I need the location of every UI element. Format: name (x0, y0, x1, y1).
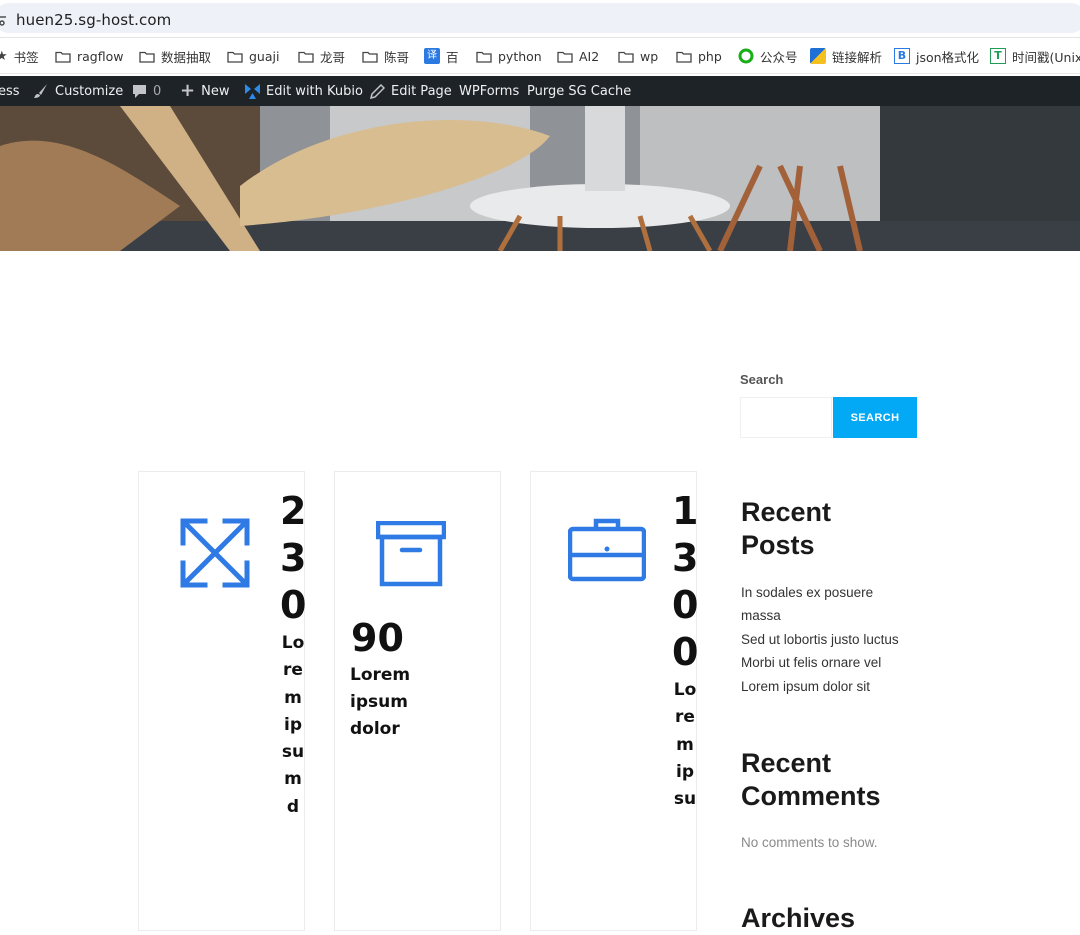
translate-icon: 译 (424, 48, 440, 64)
plus-icon: + (180, 80, 196, 101)
purge-cache-link[interactable]: Purge SG Cache (527, 83, 631, 99)
customize-link[interactable]: Customize (33, 83, 123, 99)
hero-photo-illustration (0, 106, 1080, 251)
comments-link[interactable]: 0 (132, 83, 161, 99)
bookmark-item[interactable]: 链接解析 (810, 47, 882, 65)
folder-icon (298, 51, 314, 63)
recent-comments-heading: Recent Comments (741, 748, 881, 811)
bookmark-folder[interactable]: php (676, 47, 722, 65)
timestamp-icon: T (990, 48, 1006, 64)
recent-post-link[interactable]: Lorem ipsum dolor sit (741, 675, 870, 698)
search-input[interactable] (740, 397, 832, 438)
archive-box-icon (376, 521, 446, 587)
folder-icon (557, 51, 573, 63)
folder-icon (139, 51, 155, 63)
link-parse-icon (810, 48, 826, 64)
recent-post-link[interactable]: Morbi ut felis ornare vel (741, 651, 881, 674)
counter-card: 90 Lorem ipsum dolor (334, 471, 501, 931)
wpforms-link[interactable]: WPForms (459, 83, 519, 99)
bookmark-item[interactable]: T 时间戳(Unix (990, 47, 1080, 65)
paintbrush-icon (34, 84, 47, 98)
wp-admin-bar: ess Customize 0 + New Edit with Kubio Ed… (0, 76, 1080, 106)
folder-icon (618, 51, 634, 63)
new-content-link[interactable]: + New (180, 80, 229, 101)
folder-icon (676, 51, 692, 63)
recent-posts-heading: Recent Posts (741, 497, 832, 560)
url-text: huen25.sg-host.com (16, 11, 172, 29)
bookmark-folder[interactable]: ragflow (55, 47, 123, 65)
bookmark-folder[interactable]: 数据抽取 (139, 47, 211, 65)
url-field[interactable]: huen25.sg-host.com (0, 3, 1080, 33)
expand-arrows-icon (180, 518, 250, 588)
bookmark-folder[interactable]: python (476, 47, 542, 65)
counter-label: Lorem ipsum dolor (350, 665, 411, 739)
counter-number: 1300 (672, 489, 699, 674)
bookmark-folder[interactable]: 陈哥 (362, 47, 409, 65)
counter-label: Lorem ipsu (673, 680, 697, 810)
folder-icon (227, 51, 243, 63)
folder-icon (476, 51, 492, 63)
search-button[interactable]: SEARCH (833, 397, 917, 438)
json-icon: B (894, 48, 910, 64)
browser-address-bar: huen25.sg-host.com (0, 0, 1080, 38)
wechat-icon (738, 48, 754, 64)
counter-number: 90 (351, 616, 404, 660)
no-comments-text: No comments to show. (741, 835, 878, 850)
folder-icon (362, 51, 378, 63)
bookmark-item[interactable]: 译 百 (424, 47, 459, 65)
kubio-logo-icon (245, 83, 260, 99)
bookmarks-bar: ★ 书签 ragflow 数据抽取 guaji 龙哥 陈哥 译 百 python… (0, 38, 1080, 74)
bookmark-folder[interactable]: 龙哥 (298, 47, 345, 65)
counter-number: 230 (280, 489, 307, 627)
bookmark-item[interactable]: ★ 书签 (0, 47, 39, 65)
bookmark-item[interactable]: B json格式化 (894, 47, 979, 65)
folder-icon (55, 51, 71, 63)
counter-card: 230 Lorem ipsum d (138, 471, 307, 931)
bookmark-folder[interactable]: wp (618, 47, 658, 65)
recent-post-link[interactable]: Sed ut lobortis justo luctus (741, 628, 899, 651)
bookmark-item[interactable]: 公众号 (738, 47, 798, 65)
recent-post-link[interactable]: In sodales ex posuere massa (741, 581, 901, 627)
counter-label: Lorem ipsum d (281, 633, 305, 817)
pencil-icon (370, 83, 385, 99)
edit-page-link[interactable]: Edit Page (370, 83, 452, 99)
search-label: Search (740, 372, 784, 387)
bookmark-folder[interactable]: guaji (227, 47, 279, 65)
hero-image (0, 106, 1080, 251)
site-name-link[interactable]: ess (0, 83, 20, 99)
counter-card: 1300 Lorem ipsu (530, 471, 699, 931)
briefcase-icon (568, 518, 646, 582)
archives-heading: Archives (741, 903, 856, 933)
site-settings-icon[interactable] (0, 13, 6, 27)
star-icon: ★ (0, 49, 8, 64)
bookmark-folder[interactable]: AI2 (557, 47, 599, 65)
comment-bubble-icon (133, 84, 146, 98)
edit-with-kubio-link[interactable]: Edit with Kubio (245, 83, 363, 99)
